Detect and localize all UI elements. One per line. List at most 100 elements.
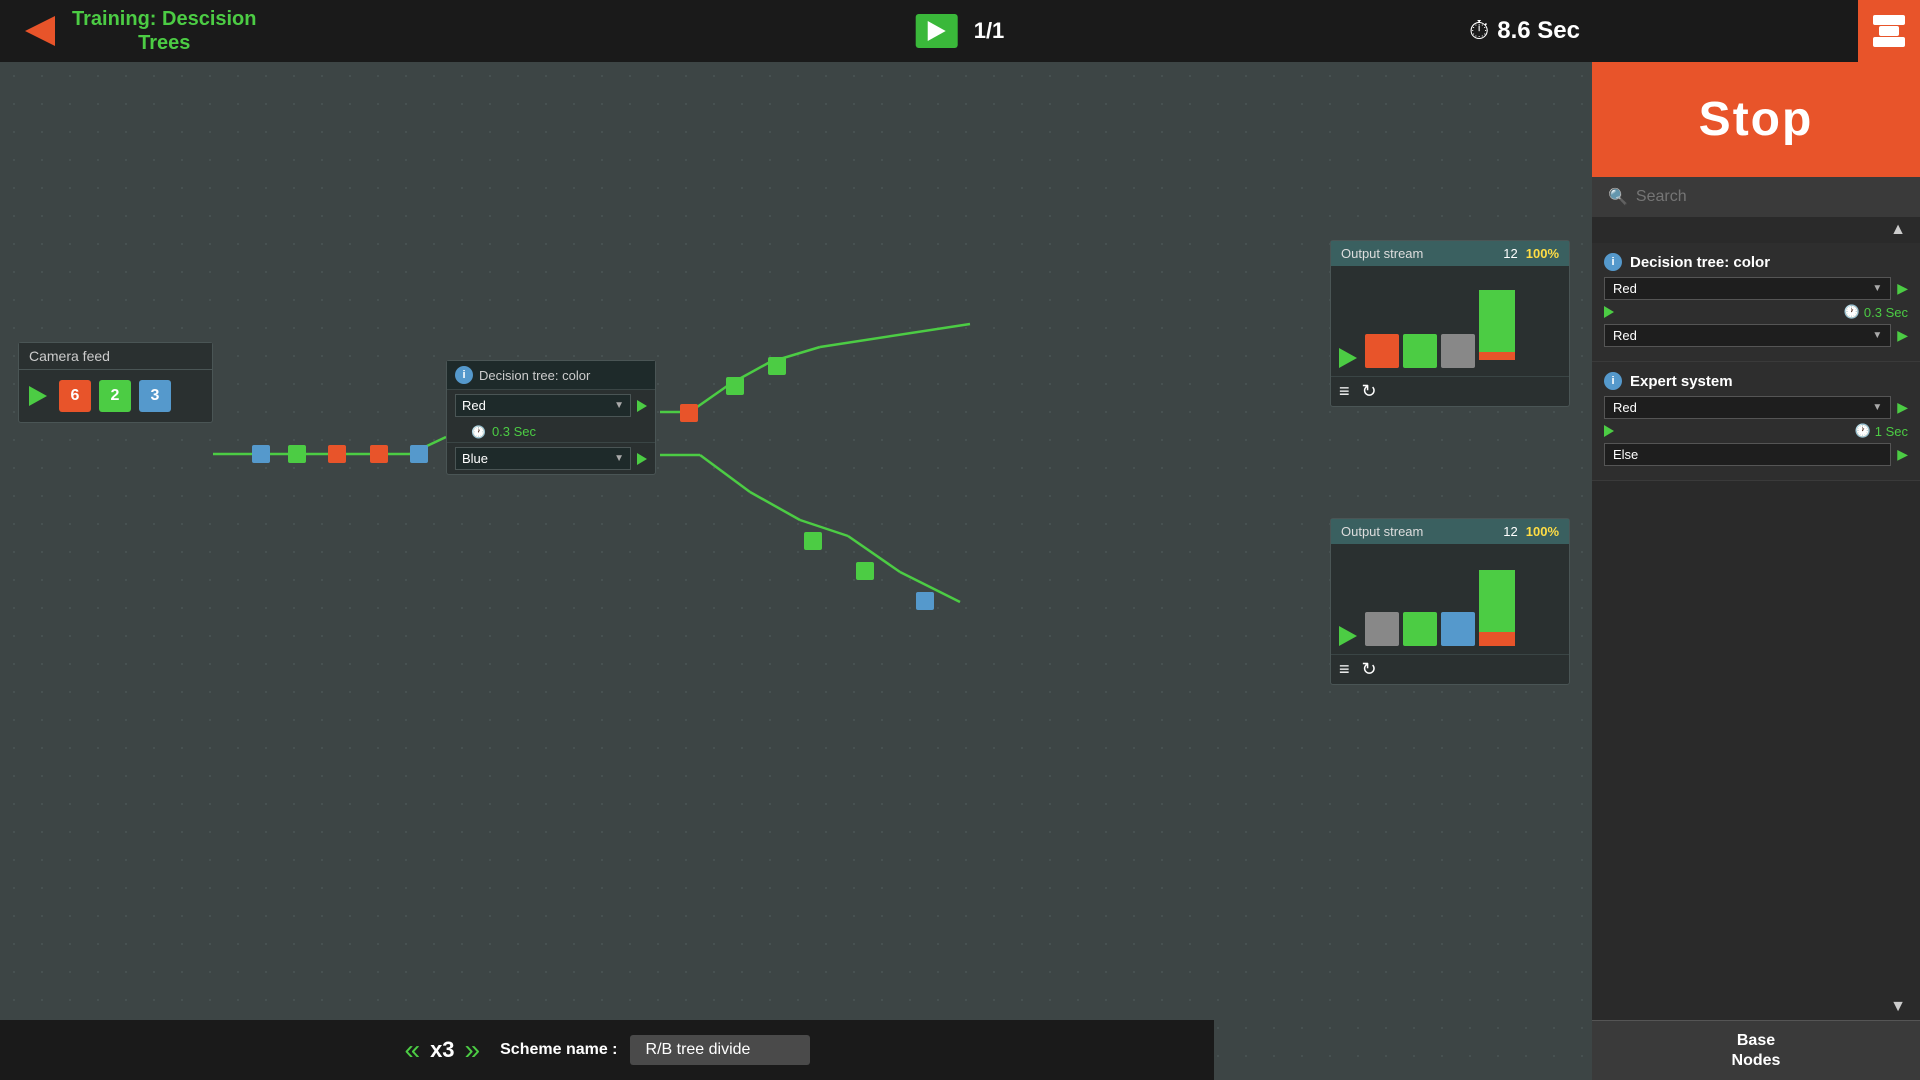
center-controls: 1/1 [916,14,1005,48]
sidebar-item1-header: i Decision tree: color [1604,253,1908,271]
base-nodes-button[interactable]: BaseNodes [1592,1020,1920,1080]
sidebar-item-decision-tree[interactable]: i Decision tree: color Red ▼ ▶ 🕐 0.3 Sec [1592,243,1920,362]
decision-info-badge: i [455,366,473,384]
chain-sq-2 [288,445,306,463]
sidebar-item1-row2: Red ▼ ▶ [1604,324,1908,347]
output1-swatch-red [1365,334,1399,368]
timer-area: ⏱ 8.6 Sec [1469,15,1580,47]
search-input[interactable] [1636,188,1904,206]
decision-color2-select[interactable]: Blue ▼ [455,447,631,470]
sidebar-scroll-down-icon[interactable]: ▼ [1890,998,1906,1015]
output1-swatch-green [1403,334,1437,368]
scheme-name-value[interactable]: R/B tree divide [630,1035,810,1065]
output2-header: Output stream 12 100% [1331,519,1569,544]
header: Training: Descision Trees 1/1 ⏱ 8.6 Sec [0,0,1920,62]
decision-color1-select[interactable]: Red ▼ [455,394,631,417]
play-button[interactable] [916,14,958,48]
chain-sq-4 [370,445,388,463]
sidebar-item1-arrow1[interactable]: ▶ [1897,280,1908,297]
sidebar-item2-arrow1[interactable]: ▶ [1897,399,1908,416]
multiplier-increase-button[interactable]: » [465,1034,481,1066]
decision-timer-row: 🕐 0.3 Sec [447,421,655,442]
sidebar-item2-row1: Red ▼ ▶ [1604,396,1908,419]
output2-refresh-icon[interactable]: ↻ [1362,659,1377,680]
badge-6: 6 [59,380,91,412]
output1-refresh-icon[interactable]: ↻ [1362,381,1377,402]
output2-title: Output stream [1341,524,1423,539]
output2-bar [1479,566,1515,646]
badge-3: 3 [139,380,171,412]
play-icon [928,21,946,41]
camera-play-icon [29,386,47,406]
output2-stats: 12 100% [1503,524,1559,539]
chain-sq-1 [252,445,270,463]
bottom-bar: « x3 » Scheme name : R/B tree divide [0,1020,1214,1080]
output2-swatch-blue [1441,612,1475,646]
output1-count: 12 [1503,246,1517,261]
sidebar-item2-title: Expert system [1630,373,1908,390]
decision-play2-icon [637,453,647,465]
sidebar-item1-timer-row: 🕐 0.3 Sec [1604,304,1908,320]
sidebar-item1-arrow2[interactable]: ▶ [1897,327,1908,344]
corner-button[interactable] [1858,0,1920,62]
camera-node-body: 6 2 3 [19,370,212,422]
main-layout: Camera feed 6 2 3 i Decision tree: color… [0,62,1920,1080]
right-sidebar: Stop 🔍 ▲ i Decision tree: color Red ▼ ▶ [1592,62,1920,1080]
camera-feed-node[interactable]: Camera feed 6 2 3 [18,342,213,423]
search-bar: 🔍 [1592,177,1920,217]
chain-sq-3 [328,445,346,463]
sidebar-item2-timer: 🕐 1 Sec [1620,423,1908,439]
sidebar-item2-arrow2[interactable]: ▶ [1897,446,1908,463]
output2-body [1331,544,1569,654]
search-icon: 🔍 [1608,187,1628,207]
back-button[interactable] [16,7,64,55]
sidebar-item2-timer-row: 🕐 1 Sec [1604,423,1908,439]
output-node-2[interactable]: Output stream 12 100% ≡ [1330,518,1570,685]
sidebar-item2-color1-select[interactable]: Red ▼ [1604,396,1891,419]
decision-row2: Blue ▼ [447,442,655,474]
page-title: Training: Descision Trees [72,7,256,55]
sidebar-item2-info-badge: i [1604,372,1622,390]
canvas-area[interactable]: Camera feed 6 2 3 i Decision tree: color… [0,62,1592,1080]
output1-title: Output stream [1341,246,1423,261]
path2-sq1 [804,532,822,550]
output1-swatch-gray [1441,334,1475,368]
sidebar-item1-title: Decision tree: color [1630,254,1908,271]
badge-2: 2 [99,380,131,412]
sidebar-item2-color2-select[interactable]: Else [1604,443,1891,466]
output1-play-icon [1339,348,1357,368]
sidebar-item1-color1-select[interactable]: Red ▼ [1604,277,1891,300]
output2-play-icon [1339,626,1357,646]
chain-sq-5 [410,445,428,463]
output1-percent: 100% [1526,246,1559,261]
sidebar-scroll-up-icon[interactable]: ▲ [1890,221,1906,239]
stop-button[interactable]: Stop [1592,62,1920,177]
multiplier-decrease-button[interactable]: « [404,1034,420,1066]
output-node-1[interactable]: Output stream 12 100% ≡ [1330,240,1570,407]
output2-layers-icon[interactable]: ≡ [1339,659,1350,680]
decision-node-title: Decision tree: color [479,368,590,383]
path2-sq2 [856,562,874,580]
output1-icons: ≡ ↻ [1331,376,1569,406]
output1-bar [1479,288,1515,368]
sidebar-item-expert-system[interactable]: i Expert system Red ▼ ▶ 🕐 1 Sec Else [1592,362,1920,481]
base-nodes-label: BaseNodes [1732,1031,1781,1069]
path2-sq3 [916,592,934,610]
output2-swatch-green [1403,612,1437,646]
sidebar-item1-color2-select[interactable]: Red ▼ [1604,324,1891,347]
decision-tree-node[interactable]: i Decision tree: color Red ▼ 🕐 0.3 Sec B… [446,360,656,475]
path1-sq1 [680,404,698,422]
scheme-area: Scheme name : R/B tree divide [500,1035,809,1065]
output1-layers-icon[interactable]: ≡ [1339,381,1350,402]
output1-body [1331,266,1569,376]
sidebar-item1-play-icon [1604,306,1614,318]
sidebar-item1-row1: Red ▼ ▶ [1604,277,1908,300]
sidebar-item2-header: i Expert system [1604,372,1908,390]
sidebar-item1-info-badge: i [1604,253,1622,271]
output2-percent: 100% [1526,524,1559,539]
output2-swatch-gray [1365,612,1399,646]
decision-row1: Red ▼ [447,389,655,421]
counter-display: 1/1 [974,18,1005,44]
sidebar-item1-timer: 🕐 0.3 Sec [1620,304,1908,320]
timer-icon: ⏱ [1469,15,1489,47]
